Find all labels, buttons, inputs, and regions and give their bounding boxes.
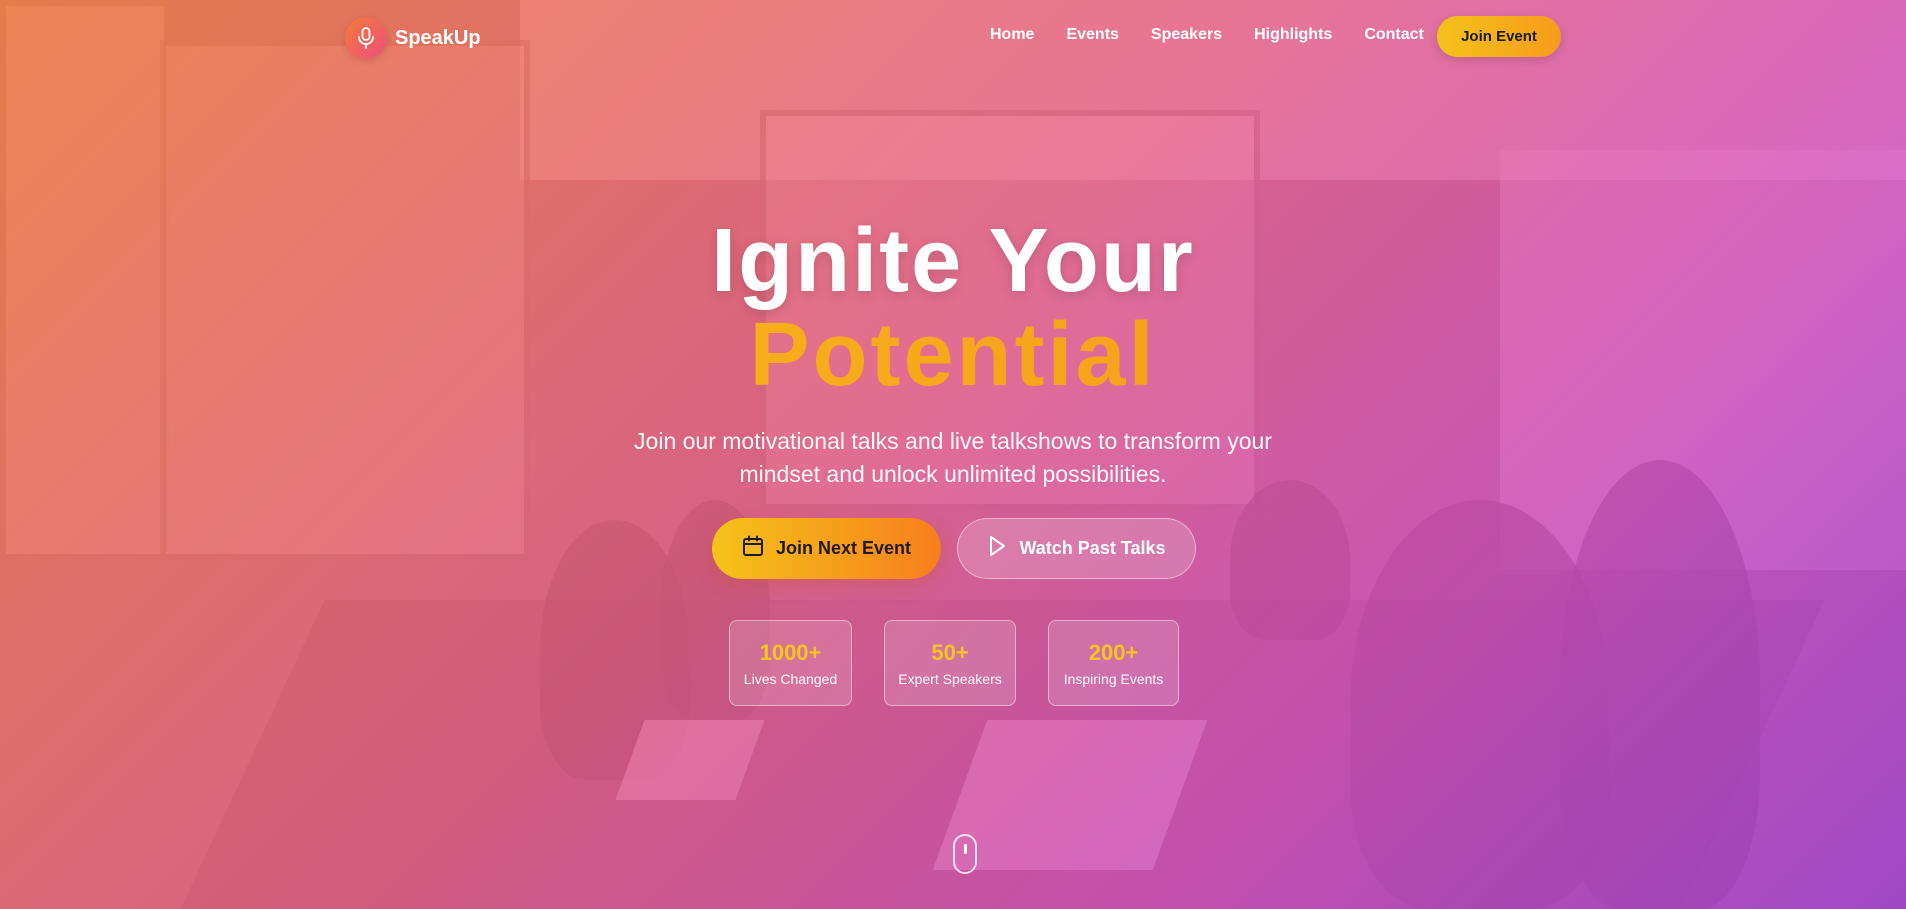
main-nav: Home Events Speakers Highlights Contact — [990, 26, 1456, 44]
hero-title: Ignite Your Potential — [0, 215, 1906, 403]
hero-title-line1: Ignite Your — [711, 211, 1195, 311]
brand-name: SpeakUp — [395, 26, 481, 49]
microphone-icon — [345, 17, 387, 59]
join-event-button[interactable]: Join Event — [1437, 16, 1561, 57]
nav-item-events[interactable]: Events — [1066, 26, 1118, 44]
stat-card: 50+ Expert Speakers — [884, 620, 1016, 706]
stat-card: 200+ Inspiring Events — [1048, 620, 1179, 706]
stat-label: Inspiring Events — [1063, 671, 1164, 687]
calendar-icon — [742, 535, 764, 562]
stat-label: Expert Speakers — [898, 671, 1002, 687]
join-next-event-button[interactable]: Join Next Event — [712, 518, 941, 579]
play-icon — [987, 535, 1007, 562]
nav-item-home[interactable]: Home — [990, 26, 1034, 44]
nav-item-highlights[interactable]: Highlights — [1254, 26, 1332, 44]
watch-past-talks-button[interactable]: Watch Past Talks — [957, 518, 1196, 579]
stat-card: 1000+ Lives Changed — [729, 620, 852, 706]
hero-subtitle-line1: Join our motivational talks and live tal… — [634, 428, 1272, 454]
join-next-event-label: Join Next Event — [775, 538, 912, 558]
stat-value: 200+ — [1088, 640, 1139, 665]
watch-past-talks-label: Watch Past Talks — [1019, 538, 1166, 558]
nav-item-speakers[interactable]: Speakers — [1151, 26, 1222, 44]
hero-subtitle-line2: mindset and unlock unlimited possibiliti… — [739, 461, 1167, 487]
hero-title-highlight: Potential — [0, 307, 1906, 403]
nav-item-contact[interactable]: Contact — [1364, 26, 1424, 44]
stat-value: 1000+ — [759, 640, 822, 665]
hero-section: SpeakUp Home Events Speakers Highlights … — [0, 0, 1906, 909]
stat-value: 50+ — [931, 640, 969, 665]
stat-label: Lives Changed — [743, 671, 838, 687]
brand-logo[interactable]: SpeakUp — [345, 17, 481, 59]
mouse-scroll-icon[interactable] — [953, 834, 977, 874]
hero-subtitle: Join our motivational talks and live tal… — [0, 425, 1906, 491]
